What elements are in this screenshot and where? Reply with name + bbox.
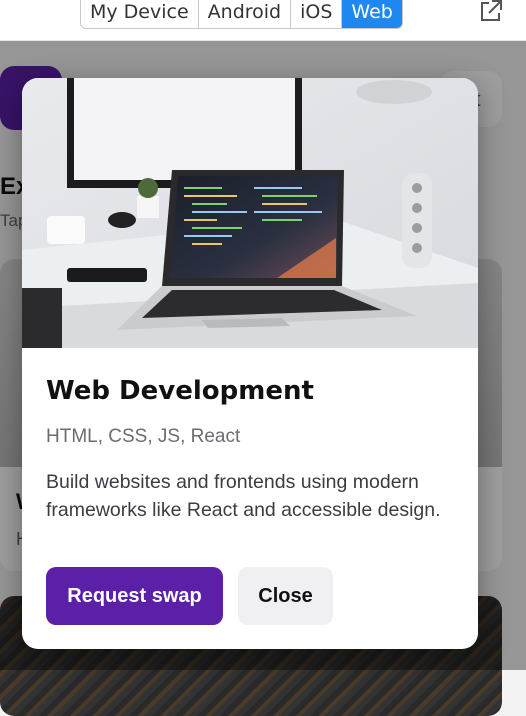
tab-my-device[interactable]: My Device xyxy=(81,0,199,28)
tab-web[interactable]: Web xyxy=(342,0,402,28)
request-swap-button[interactable]: Request swap xyxy=(46,567,223,625)
top-toolbar: My Device Android iOS Web xyxy=(0,0,526,41)
tab-android[interactable]: Android xyxy=(199,0,292,28)
platform-segmented-control: My Device Android iOS Web xyxy=(80,0,403,29)
close-button[interactable]: Close xyxy=(238,567,333,625)
skill-detail-modal: Web Development HTML, CSS, JS, React Bui… xyxy=(22,78,478,649)
external-link-icon[interactable] xyxy=(478,0,504,24)
modal-title: Web Development xyxy=(46,376,314,406)
laptop-desk-photo xyxy=(22,78,478,348)
skill-description: Build websites and frontends using moder… xyxy=(46,471,441,521)
tab-ios[interactable]: iOS xyxy=(291,0,343,28)
skill-tags: HTML, CSS, JS, React xyxy=(46,426,241,447)
